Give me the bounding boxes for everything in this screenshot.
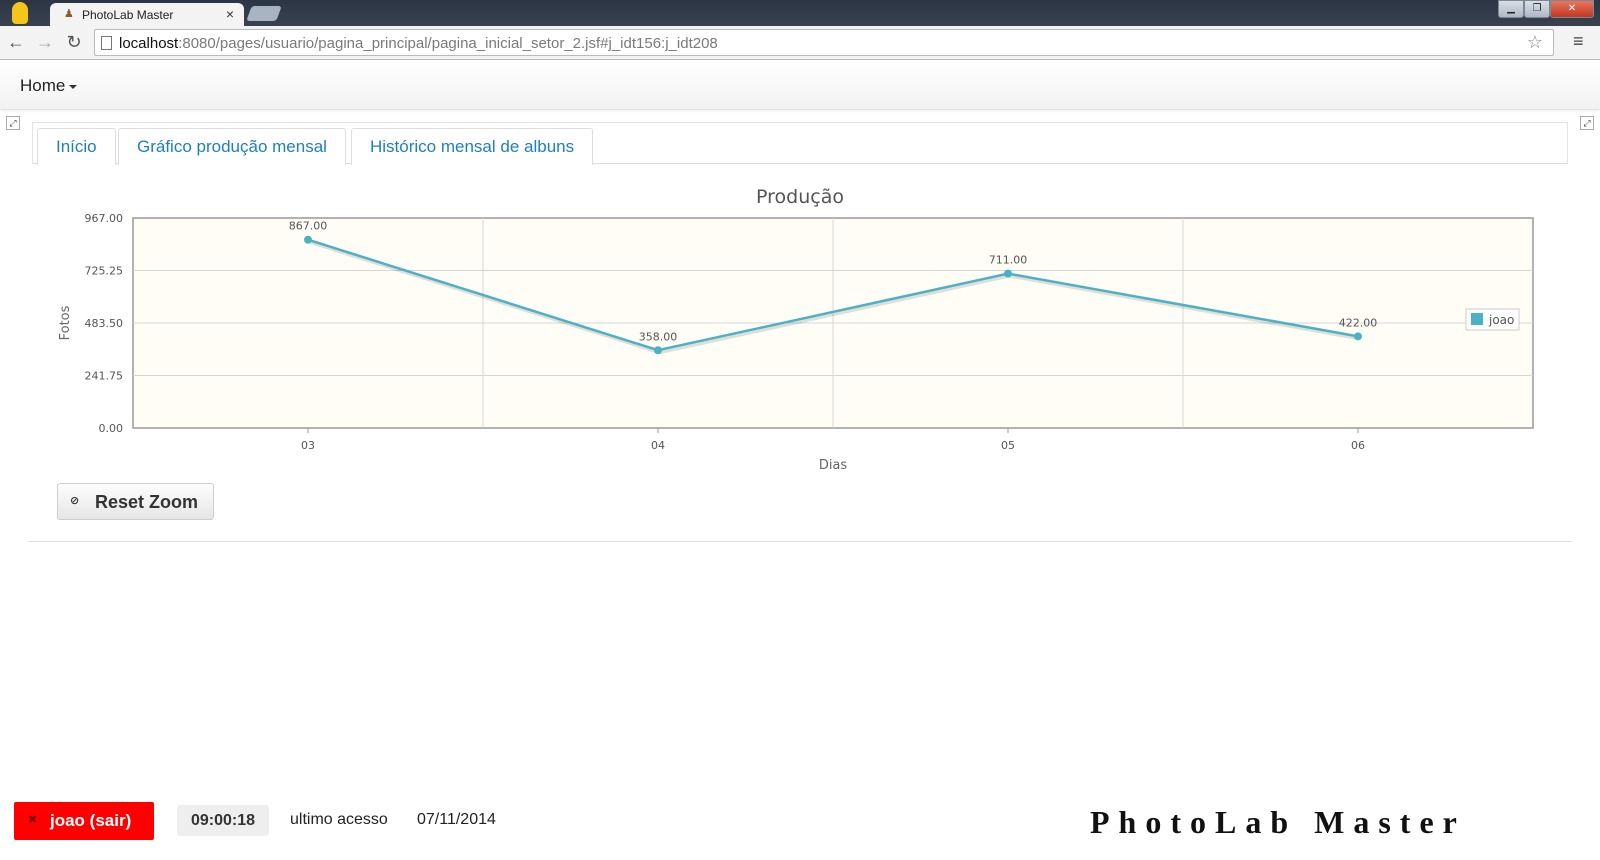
tab-inicio[interactable]: Início [37, 128, 116, 165]
url-text[interactable]: localhost:8080/pages/usuario/pagina_prin… [119, 35, 718, 52]
legend-label-joao: joao [1488, 313, 1514, 327]
data-label: 711.00 [989, 254, 1028, 267]
x-tick-label: 04 [651, 439, 665, 452]
close-window-icon[interactable]: ✕ [1550, 0, 1594, 18]
y-tick-label: 0.00 [99, 422, 124, 435]
y-tick-label: 967.00 [85, 212, 124, 225]
browser-toolbar: ← → ↻ localhost:8080/pages/usuario/pagin… [0, 26, 1600, 60]
home-menu[interactable]: Home [20, 76, 78, 96]
data-label: 422.00 [1339, 316, 1378, 329]
url-path: :8080/pages/usuario/pagina_principal/pag… [178, 35, 718, 52]
brand-logo: PhotoLab Master [1090, 804, 1466, 840]
app-navbar: Home [0, 60, 1600, 110]
legend: joao [1465, 308, 1520, 331]
reset-zoom-button[interactable]: ⊘ Reset Zoom [57, 483, 214, 520]
chart-title: Produção [756, 186, 844, 208]
tab-bar: Início Gráfico produção mensal Histórico… [32, 122, 1568, 165]
reload-icon[interactable]: ↻ [62, 30, 86, 54]
browser-tab-title: PhotoLab Master [82, 8, 174, 22]
restore-icon[interactable]: ❐ [1524, 0, 1550, 18]
x-tick-label: 06 [1351, 439, 1365, 452]
forward-icon[interactable]: → [33, 30, 57, 54]
address-bar[interactable]: localhost:8080/pages/usuario/pagina_prin… [94, 29, 1554, 56]
photolab-favicon-icon: ♟ [64, 8, 74, 20]
logout-button[interactable]: ✖ joao (sair) [14, 802, 154, 840]
y-tick-label: 241.75 [85, 370, 124, 383]
legend-swatch-joao [1471, 313, 1483, 325]
logout-label: joao (sair) [50, 811, 132, 830]
browser-tab[interactable]: ♟ PhotoLab Master × [50, 3, 244, 27]
data-point [654, 346, 662, 355]
expand-right-icon[interactable]: ⤢ [1580, 116, 1594, 130]
last-access-date: 07/11/2014 [417, 811, 496, 828]
data-point [1004, 269, 1012, 278]
reset-zoom-label: Reset Zoom [95, 492, 199, 512]
x-axis-ticks: 03 04 05 06 [301, 428, 1365, 452]
cancel-icon: ⊘ [70, 495, 80, 507]
data-point [304, 235, 312, 244]
page-icon [101, 36, 112, 50]
tab-historico-mensal-albuns[interactable]: Histórico mensal de albuns [351, 128, 594, 165]
y-tick-label: 483.50 [85, 317, 124, 330]
home-menu-label: Home [20, 76, 66, 95]
star-icon[interactable]: ☆ [1527, 32, 1543, 53]
last-access-label: ultimo acesso [290, 811, 388, 828]
y-axis-label: Fotos [58, 305, 73, 340]
divider [28, 541, 1572, 542]
x-tick-label: 05 [1001, 439, 1015, 452]
url-host: localhost [119, 35, 179, 52]
tab-grafico-producao-mensal[interactable]: Gráfico produção mensal [118, 128, 346, 165]
back-icon[interactable]: ← [4, 30, 28, 54]
expand-left-icon[interactable]: ⤢ [6, 116, 20, 130]
close-tab-icon[interactable]: × [226, 6, 234, 22]
menu-icon[interactable]: ≡ [1573, 31, 1584, 52]
y-axis-ticks: 0.00 241.75 483.50 725.25 967.00 [85, 212, 124, 435]
window-controls: ▁ ❐ ✕ [1498, 0, 1594, 18]
data-point [1354, 332, 1362, 341]
minimize-icon[interactable]: ▁ [1498, 0, 1524, 18]
x-tick-label: 03 [301, 439, 315, 452]
data-label: 867.00 [289, 220, 328, 233]
browser-titlebar: ♟ PhotoLab Master × ▁ ❐ ✕ [0, 0, 1600, 27]
close-icon: ✖ [28, 814, 38, 826]
y-tick-label: 725.25 [85, 265, 124, 278]
caret-down-icon [69, 84, 78, 89]
session-timer: 09:00:18 [177, 805, 269, 836]
browser-profile-icon[interactable] [12, 2, 28, 24]
production-chart[interactable]: Produção 0.00 241.75 483.50 725.25 967.00 03… [0, 170, 1600, 480]
x-axis-label: Dias [819, 458, 848, 473]
data-label: 358.00 [639, 330, 678, 343]
new-tab-button[interactable] [246, 6, 282, 21]
